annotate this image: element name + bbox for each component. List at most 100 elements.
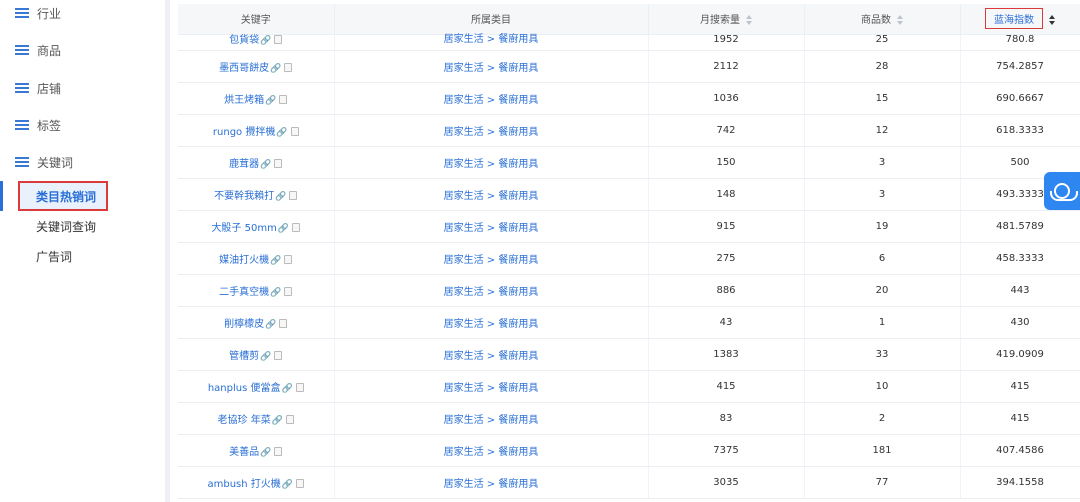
keyword-link[interactable]: 美善品 bbox=[229, 447, 259, 458]
cell-keyword[interactable]: hanplus 便當盒🔗 bbox=[178, 370, 335, 403]
copy-icon[interactable] bbox=[292, 222, 301, 232]
header-monthly-search[interactable]: 月搜索量 bbox=[648, 4, 805, 35]
cell-category[interactable]: 居家生活 > 餐廚用具 bbox=[334, 306, 649, 339]
link-icon[interactable]: 🔗 bbox=[276, 128, 287, 138]
copy-icon[interactable] bbox=[295, 382, 304, 392]
cell-category[interactable]: 居家生活 > 餐廚用具 bbox=[334, 114, 649, 147]
copy-icon[interactable] bbox=[274, 446, 283, 456]
keyword-link[interactable]: 不要幹我賴打 bbox=[214, 191, 274, 202]
link-icon[interactable]: 🔗 bbox=[260, 352, 271, 362]
cell-category[interactable]: 居家生活 > 餐廚用具 bbox=[334, 242, 649, 275]
sidebar-item-shop[interactable]: 店铺 bbox=[0, 77, 61, 99]
cell-keyword[interactable]: 烘王烤箱🔗 bbox=[178, 82, 335, 115]
link-icon[interactable]: 🔗 bbox=[270, 64, 281, 74]
keyword-link[interactable]: 媒油打火機 bbox=[219, 255, 269, 266]
keyword-link[interactable]: 老協珍 年菜 bbox=[218, 415, 271, 426]
keyword-link[interactable]: ambush 打火機 bbox=[208, 479, 281, 490]
link-icon[interactable]: 🔗 bbox=[282, 480, 293, 490]
link-icon[interactable]: 🔗 bbox=[265, 96, 276, 106]
cell-category[interactable]: 居家生活 > 餐廚用具 bbox=[334, 50, 649, 83]
list-icon bbox=[15, 83, 29, 93]
cell-keyword[interactable]: 管槽剪🔗 bbox=[178, 338, 335, 371]
keyword-link[interactable]: 二手真空機 bbox=[219, 287, 269, 298]
cell-keyword[interactable]: 不要幹我賴打🔗 bbox=[178, 178, 335, 211]
sidebar-subitem-ad-words[interactable]: 广告词 bbox=[36, 248, 72, 265]
cell-keyword[interactable]: 大骰子 50mm🔗 bbox=[178, 210, 335, 243]
cell-category[interactable]: 居家生活 > 餐廚用具 bbox=[334, 146, 649, 179]
cell-category[interactable]: 居家生活 > 餐廚用具 bbox=[334, 178, 649, 211]
cell-keyword[interactable]: rungo 攪拌機🔗 bbox=[178, 114, 335, 147]
keyword-link[interactable]: 大骰子 50mm bbox=[211, 223, 276, 234]
cell-keyword[interactable]: 包貨袋🔗 bbox=[178, 34, 335, 51]
link-icon[interactable]: 🔗 bbox=[278, 224, 289, 234]
link-icon[interactable]: 🔗 bbox=[272, 416, 283, 426]
cell-product-count: 28 bbox=[804, 50, 961, 83]
keyword-link[interactable]: rungo 攪拌機 bbox=[213, 127, 275, 138]
cell-monthly-search: 7375 bbox=[648, 434, 805, 467]
keyword-link[interactable]: 墨西哥餅皮 bbox=[219, 63, 269, 74]
cell-monthly-search: 415 bbox=[648, 370, 805, 403]
link-icon[interactable]: 🔗 bbox=[270, 288, 281, 298]
cell-keyword[interactable]: 美善品🔗 bbox=[178, 434, 335, 467]
cell-keyword[interactable]: 二手真空機🔗 bbox=[178, 274, 335, 307]
header-blue-ocean-index[interactable]: 蓝海指数 bbox=[960, 4, 1080, 35]
cell-keyword[interactable]: 老協珍 年菜🔗 bbox=[178, 402, 335, 435]
sidebar-item-product[interactable]: 商品 bbox=[0, 39, 61, 61]
copy-icon[interactable] bbox=[284, 62, 293, 72]
customer-service-button[interactable] bbox=[1044, 172, 1080, 210]
cell-keyword[interactable]: 墨西哥餅皮🔗 bbox=[178, 50, 335, 83]
copy-icon[interactable] bbox=[284, 254, 293, 264]
cell-category[interactable]: 居家生活 > 餐廚用具 bbox=[334, 466, 649, 499]
keyword-table-container[interactable]: 关键字 所属类目 月搜索量 商品数 蓝海指数 包貨袋🔗 居家生活 > 餐廚用具 19… bbox=[178, 4, 1080, 502]
keyword-link[interactable]: hanplus 便當盒 bbox=[208, 383, 281, 394]
cell-category[interactable]: 居家生活 > 餐廚用具 bbox=[334, 434, 649, 467]
sort-icon[interactable] bbox=[746, 15, 752, 26]
cell-blue-ocean-index: 407.4586 bbox=[960, 434, 1080, 467]
header-product-count[interactable]: 商品数 bbox=[804, 4, 961, 35]
link-icon[interactable]: 🔗 bbox=[275, 192, 286, 202]
cell-category[interactable]: 居家生活 > 餐廚用具 bbox=[334, 402, 649, 435]
link-icon[interactable]: 🔗 bbox=[270, 256, 281, 266]
copy-icon[interactable] bbox=[284, 286, 293, 296]
cell-keyword[interactable]: ambush 打火機🔗 bbox=[178, 466, 335, 499]
keyword-link[interactable]: 鹿茸器 bbox=[229, 159, 259, 170]
cell-keyword[interactable]: 削檸檬皮🔗 bbox=[178, 306, 335, 339]
cell-keyword[interactable]: 媒油打火機🔗 bbox=[178, 242, 335, 275]
link-icon[interactable]: 🔗 bbox=[281, 384, 292, 394]
link-icon[interactable]: 🔗 bbox=[260, 160, 271, 170]
copy-icon[interactable] bbox=[296, 478, 304, 488]
copy-icon[interactable] bbox=[279, 318, 288, 328]
copy-icon[interactable] bbox=[289, 190, 298, 200]
cell-monthly-search: 1036 bbox=[648, 82, 805, 115]
cell-category[interactable]: 居家生活 > 餐廚用具 bbox=[334, 210, 649, 243]
link-icon[interactable]: 🔗 bbox=[260, 36, 271, 46]
keyword-link[interactable]: 管槽剪 bbox=[229, 351, 259, 362]
keyword-link[interactable]: 削檸檬皮 bbox=[224, 319, 264, 330]
sidebar-item-keyword[interactable]: 关键词 bbox=[0, 151, 73, 173]
sidebar-subitem-category-hot-words[interactable]: 类目热销词 bbox=[18, 181, 108, 211]
link-icon[interactable]: 🔗 bbox=[260, 448, 271, 458]
cell-category[interactable]: 居家生活 > 餐廚用具 bbox=[334, 274, 649, 307]
table-row: 二手真空機🔗 居家生活 > 餐廚用具 886 20 443 bbox=[178, 274, 1080, 307]
cell-category[interactable]: 居家生活 > 餐廚用具 bbox=[334, 82, 649, 115]
sidebar-subitem-keyword-query[interactable]: 关键词查询 bbox=[36, 218, 96, 235]
sidebar-item-tag[interactable]: 标签 bbox=[0, 114, 61, 136]
cell-product-count: 10 bbox=[804, 370, 961, 403]
cell-blue-ocean-index: 780.8 bbox=[960, 34, 1080, 51]
copy-icon[interactable] bbox=[290, 126, 299, 136]
copy-icon[interactable] bbox=[279, 94, 288, 104]
cell-category[interactable]: 居家生活 > 餐廚用具 bbox=[334, 34, 649, 51]
copy-icon[interactable] bbox=[285, 414, 294, 424]
cell-keyword[interactable]: 鹿茸器🔗 bbox=[178, 146, 335, 179]
copy-icon[interactable] bbox=[274, 350, 283, 360]
link-icon[interactable]: 🔗 bbox=[265, 320, 276, 330]
keyword-link[interactable]: 包貨袋 bbox=[229, 35, 259, 46]
sidebar-item-industry[interactable]: 行业 bbox=[0, 2, 61, 24]
copy-icon[interactable] bbox=[274, 34, 283, 44]
cell-category[interactable]: 居家生活 > 餐廚用具 bbox=[334, 338, 649, 371]
sort-icon[interactable] bbox=[897, 15, 903, 26]
copy-icon[interactable] bbox=[274, 158, 283, 168]
sort-icon[interactable] bbox=[1049, 15, 1055, 26]
keyword-link[interactable]: 烘王烤箱 bbox=[224, 95, 264, 106]
cell-category[interactable]: 居家生活 > 餐廚用具 bbox=[334, 370, 649, 403]
